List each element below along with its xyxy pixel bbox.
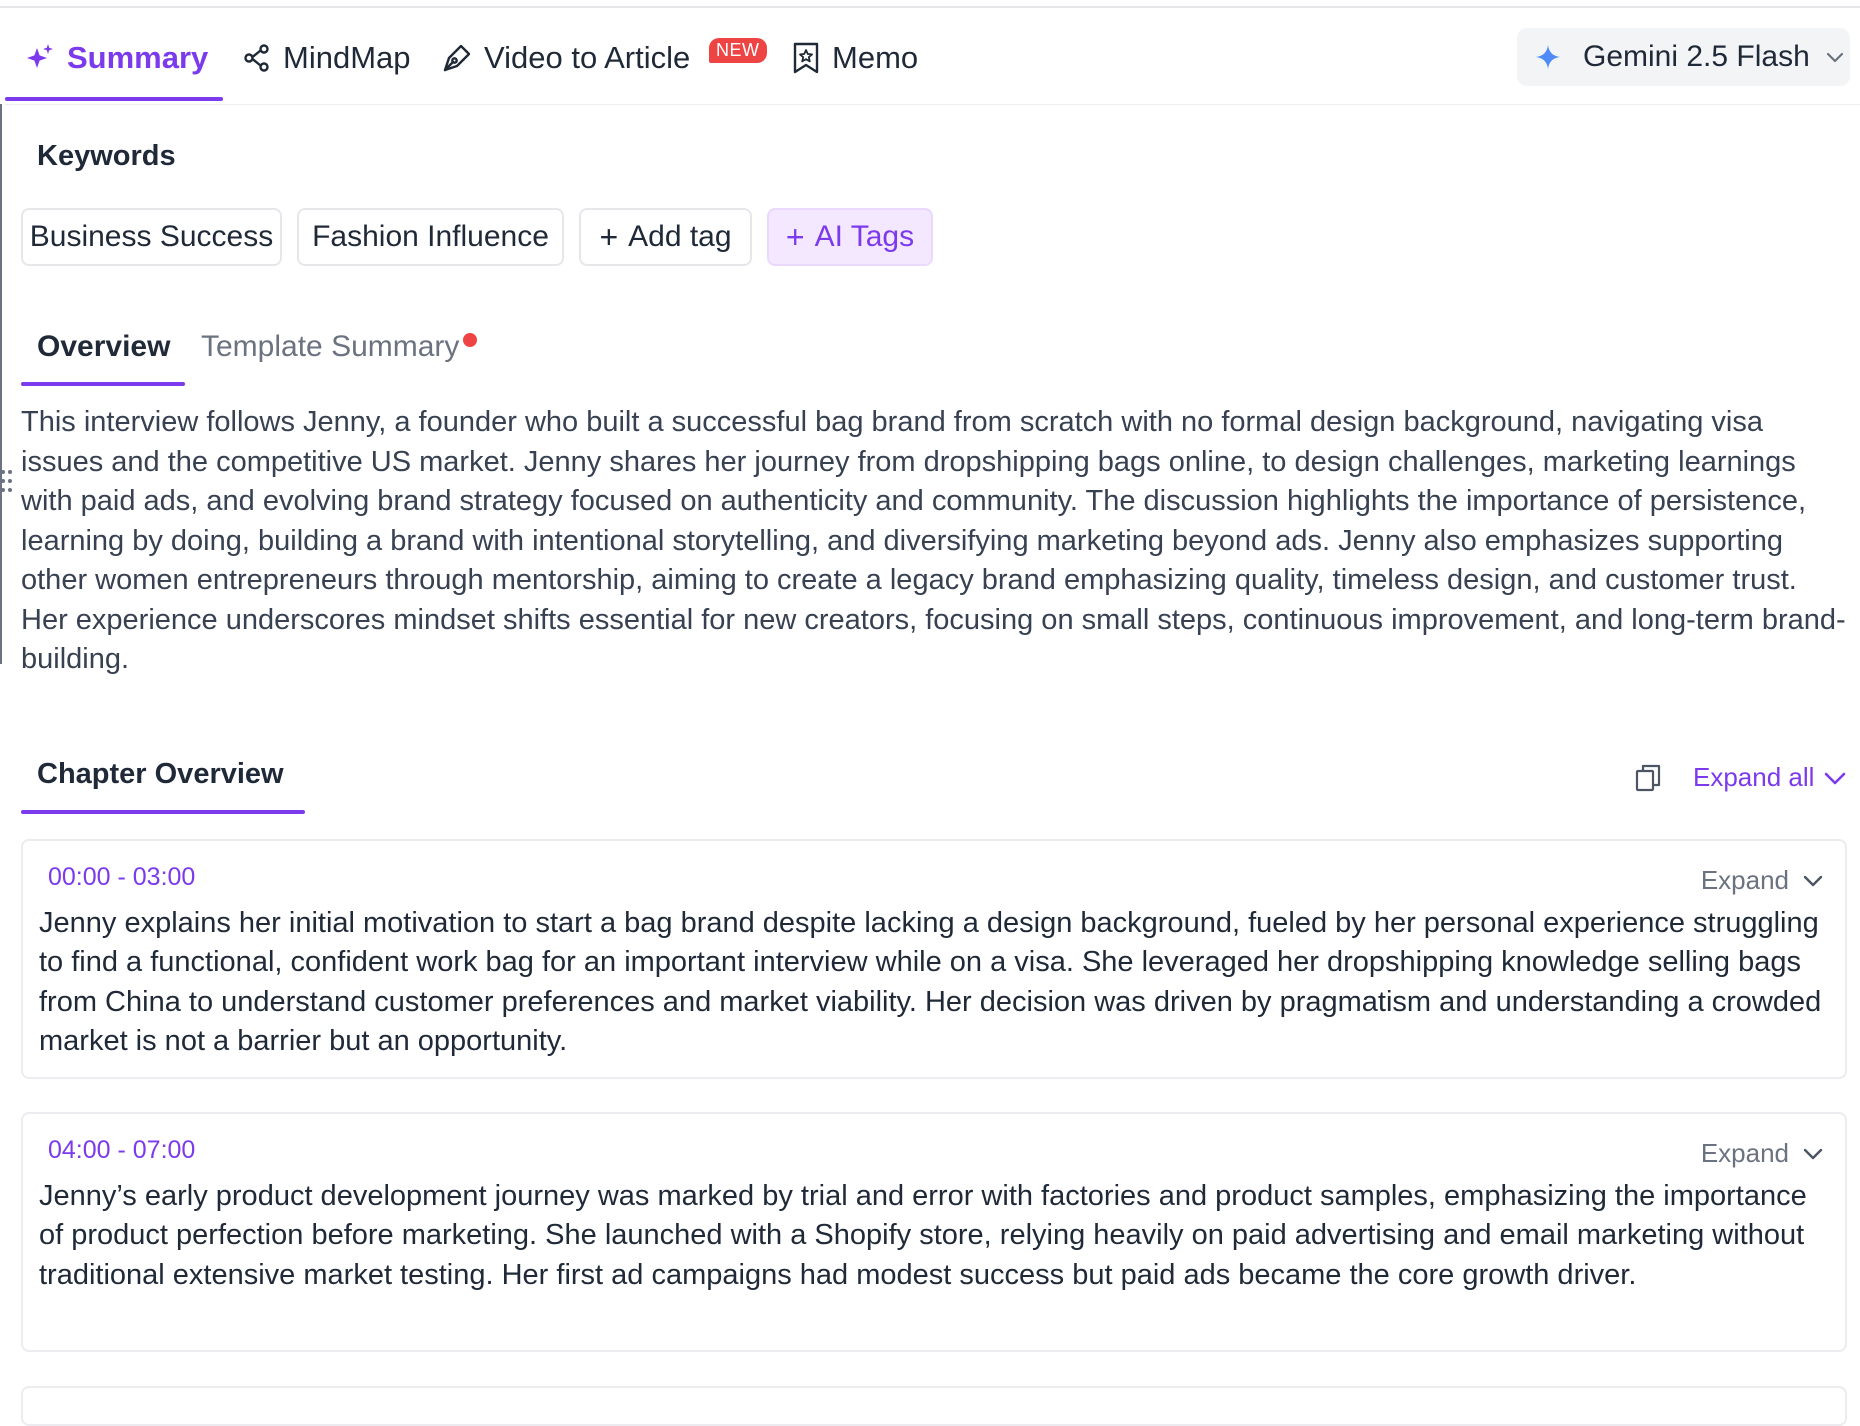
ai-tags-label: AI Tags [814,220,915,253]
sparkle-icon [27,44,53,68]
notification-dot [463,333,477,347]
model-selector[interactable]: Gemini 2.5 Flash [1517,28,1850,86]
keyword-tag[interactable]: Business Success [21,208,282,266]
new-badge: NEW [709,38,767,63]
chapter-timestamp[interactable]: 00:00 - 03:00 [48,863,195,892]
tab-mindmap[interactable]: MindMap [242,30,411,86]
model-selector-label: Gemini 2.5 Flash [1583,40,1810,73]
tab-video-to-article-label: Video to Article [484,40,691,75]
expand-all-button[interactable]: Expand all [1693,762,1848,793]
tab-memo[interactable]: Memo [791,30,918,86]
tab-summary-label: Summary [67,40,209,75]
keyword-tag-label: Business Success [29,220,274,253]
bookmark-star-icon [793,42,819,74]
add-tag-button[interactable]: + Add tag [579,208,752,266]
chapter-card [21,1386,1847,1426]
top-nav: Summary MindMap Video to Article NEW Mem… [5,8,1860,105]
chevron-down-icon [1803,1148,1823,1159]
chapter-timestamp[interactable]: 04:00 - 07:00 [48,1136,195,1165]
chapter-overview-indicator [21,810,305,814]
keyword-tag[interactable]: Fashion Influence [297,208,564,266]
pen-icon [443,44,471,72]
tab-template-summary[interactable]: Template Summary [201,330,459,364]
chevron-down-icon [1803,875,1823,886]
overview-text: This interview follows Jenny, a founder … [21,406,1846,675]
chapter-card: 04:00 - 07:00 Expand Jenny’s early produ… [21,1112,1847,1352]
keywords-heading: Keywords [37,140,176,172]
drag-handle-icon[interactable] [0,466,14,496]
expand-label: Expand [1700,1138,1789,1168]
overview-tab-indicator [21,382,185,386]
panel-divider [0,104,2,664]
tab-memo-label: Memo [832,40,919,75]
expand-button[interactable]: Expand [1701,865,1825,896]
add-tag-label: Add tag [628,220,732,253]
expand-all-label: Expand all [1693,762,1815,792]
tab-summary[interactable]: Summary [24,30,208,86]
chapter-overview-heading: Chapter Overview [37,758,284,790]
tab-video-to-article[interactable]: Video to Article [441,30,690,86]
keyword-tag-label: Fashion Influence [312,220,549,253]
copy-icon[interactable] [1634,763,1662,793]
chapter-card: 00:00 - 03:00 Expand Jenny explains her … [21,839,1847,1079]
chapter-text: Jenny explains her initial motivation to… [39,907,1822,1057]
plus-icon: + [599,219,619,255]
active-tab-indicator [5,97,223,101]
tab-mindmap-label: MindMap [283,40,411,75]
tab-overview[interactable]: Overview [37,330,170,364]
plus-icon: + [785,219,805,255]
gemini-sparkle-icon [1536,45,1560,69]
expand-button[interactable]: Expand [1701,1138,1825,1169]
mindmap-icon [244,44,269,72]
chevron-down-icon [1825,772,1846,784]
expand-label: Expand [1700,865,1789,895]
chapter-text: Jenny’s early product development journe… [39,1180,1807,1291]
chevron-down-icon [1826,52,1843,63]
ai-tags-button[interactable]: + AI Tags [767,208,933,266]
